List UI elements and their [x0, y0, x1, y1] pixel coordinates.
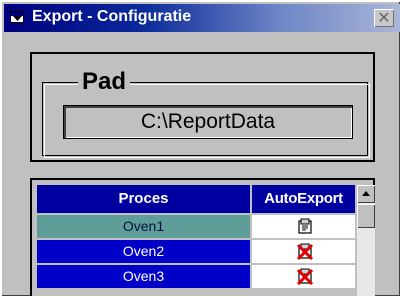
process-name-cell[interactable]: Oven1 — [37, 215, 250, 238]
process-name-cell[interactable]: Oven2 — [37, 240, 250, 263]
window-menu-icon[interactable] — [10, 11, 24, 23]
column-header-proces[interactable]: Proces — [37, 185, 250, 213]
table-row[interactable]: Oven2 — [37, 240, 355, 263]
scroll-thumb[interactable] — [357, 204, 375, 228]
autoexport-cell[interactable] — [252, 265, 355, 288]
process-table: Proces AutoExport Oven1 Oven2 Oven3 — [37, 185, 355, 296]
autoexport-cell[interactable] — [252, 215, 355, 238]
column-header-autoexport[interactable]: AutoExport — [252, 185, 355, 213]
title-bar[interactable]: Export - Configuratie ✕ — [4, 4, 400, 32]
export-disabled-icon[interactable] — [296, 267, 314, 285]
pad-label: Pad — [78, 68, 131, 96]
process-name-cell[interactable]: Oven3 — [37, 265, 250, 288]
scroll-up-button[interactable] — [357, 185, 375, 203]
export-disabled-icon[interactable] — [296, 242, 314, 260]
table-row[interactable]: Oven1 — [37, 215, 355, 238]
export-enabled-icon[interactable] — [296, 217, 314, 235]
window-title: Export - Configuratie — [32, 8, 192, 25]
close-button[interactable]: ✕ — [374, 9, 394, 27]
table-row[interactable]: Oven3 — [37, 265, 355, 288]
autoexport-cell[interactable] — [252, 240, 355, 263]
pad-path-field[interactable]: C:\ReportData — [63, 105, 353, 139]
export-config-window: Export - Configuratie ✕ Pad C:\ReportDat… — [0, 0, 400, 296]
table-scrollbar[interactable] — [357, 185, 375, 296]
